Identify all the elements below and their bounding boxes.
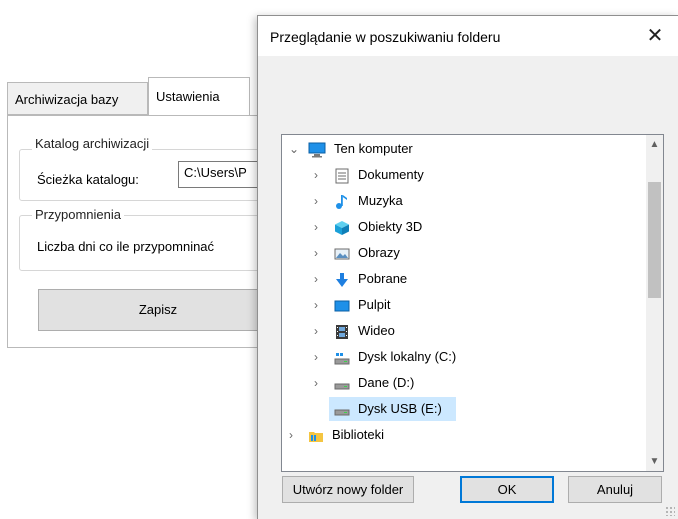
path-label: Ścieżka katalogu:: [37, 172, 139, 187]
browse-folder-dialog: Przeglądanie w poszukiwaniu folderu ✕ ⌄ …: [257, 15, 678, 519]
tree-item-biblioteki[interactable]: › Biblioteki: [282, 422, 648, 448]
tab-ustawienia[interactable]: Ustawienia: [148, 77, 250, 116]
music-icon: [334, 193, 350, 209]
chevron-right-icon[interactable]: ›: [310, 292, 322, 318]
new-folder-button[interactable]: Utwórz nowy folder: [282, 476, 414, 503]
ok-button[interactable]: OK: [460, 476, 554, 503]
resize-grip-icon[interactable]: [665, 506, 675, 516]
tree-item-label: Wideo: [358, 323, 395, 338]
computer-icon: [308, 141, 326, 158]
tree-item-muzyka[interactable]: › Muzyka: [282, 188, 648, 214]
tree-item-label: Pulpit: [358, 297, 391, 312]
tree-item-label: Pobrane: [358, 271, 408, 286]
tree-item-label: Dokumenty: [358, 167, 424, 182]
local-disk-icon: [334, 349, 350, 365]
tree-item-label: Dysk USB (E:): [358, 401, 442, 416]
drive-icon: [334, 375, 350, 391]
vertical-scrollbar[interactable]: ▲ ▼: [646, 135, 663, 471]
chevron-right-icon[interactable]: ›: [310, 240, 322, 266]
tree-item-dysk-lokalny[interactable]: › Dysk lokalny (C:): [282, 344, 648, 370]
tree-item-obrazy[interactable]: › Obrazy: [282, 240, 648, 266]
chevron-right-icon[interactable]: ›: [310, 214, 322, 240]
chevron-right-icon[interactable]: ›: [310, 370, 322, 396]
tree-item-label: Muzyka: [358, 193, 403, 208]
libraries-icon: [308, 427, 324, 443]
desktop-icon: [334, 297, 350, 313]
chevron-right-icon[interactable]: ›: [310, 344, 322, 370]
cancel-button[interactable]: Anuluj: [568, 476, 662, 503]
tree-item-label: Biblioteki: [332, 427, 385, 442]
downloads-icon: [334, 271, 350, 287]
close-button[interactable]: ✕: [632, 16, 678, 56]
tab-archiwizacja[interactable]: Archiwizacja bazy: [7, 82, 148, 115]
reminder-group-title: Przypomnienia: [32, 207, 124, 222]
folder-tree[interactable]: ⌄ Ten komputer › Dokumenty › Muzyka › Ob…: [281, 134, 664, 472]
tree-item-label: Dane (D:): [358, 375, 415, 390]
tree-item-ten-komputer[interactable]: ⌄ Ten komputer: [282, 136, 648, 162]
save-button[interactable]: Zapisz: [38, 289, 278, 331]
pictures-icon: [334, 245, 350, 261]
tree-item-pulpit[interactable]: › Pulpit: [282, 292, 648, 318]
reminder-days-label: Liczba dni co ile przypomninać: [37, 239, 215, 254]
close-icon: ✕: [646, 25, 664, 47]
tree-item-dokumenty[interactable]: › Dokumenty: [282, 162, 648, 188]
tree-item-obiekty-3d[interactable]: › Obiekty 3D: [282, 214, 648, 240]
tree-item-pobrane[interactable]: › Pobrane: [282, 266, 648, 292]
tree-item-label: Ten komputer: [334, 141, 413, 156]
scrollbar-thumb[interactable]: [648, 182, 661, 298]
chevron-down-icon[interactable]: ⌄: [288, 136, 300, 162]
chevron-right-icon[interactable]: ›: [310, 318, 322, 344]
dialog-title: Przeglądanie w poszukiwaniu folderu: [270, 29, 501, 45]
archive-group-title: Katalog archiwizacji: [32, 136, 153, 151]
scroll-up-icon[interactable]: ▲: [646, 136, 663, 153]
objects-3d-icon: [334, 219, 350, 235]
usb-drive-icon: [334, 401, 350, 417]
scroll-down-icon[interactable]: ▼: [646, 453, 663, 470]
tree-item-label: Obiekty 3D: [358, 219, 423, 234]
tree-item-wideo[interactable]: › Wideo: [282, 318, 648, 344]
video-icon: [334, 323, 350, 339]
tree-item-label: Dysk lokalny (C:): [358, 349, 457, 364]
tree-item-dysk-usb[interactable]: Dysk USB (E:): [282, 396, 648, 422]
chevron-right-icon[interactable]: ›: [310, 162, 322, 188]
dialog-titlebar[interactable]: Przeglądanie w poszukiwaniu folderu ✕: [258, 16, 678, 56]
chevron-right-icon[interactable]: ›: [310, 188, 322, 214]
tree-item-label: Obrazy: [358, 245, 400, 260]
chevron-right-icon[interactable]: ›: [310, 266, 322, 292]
chevron-right-icon[interactable]: ›: [285, 422, 297, 448]
tree-item-dane[interactable]: › Dane (D:): [282, 370, 648, 396]
documents-icon: [334, 167, 350, 184]
